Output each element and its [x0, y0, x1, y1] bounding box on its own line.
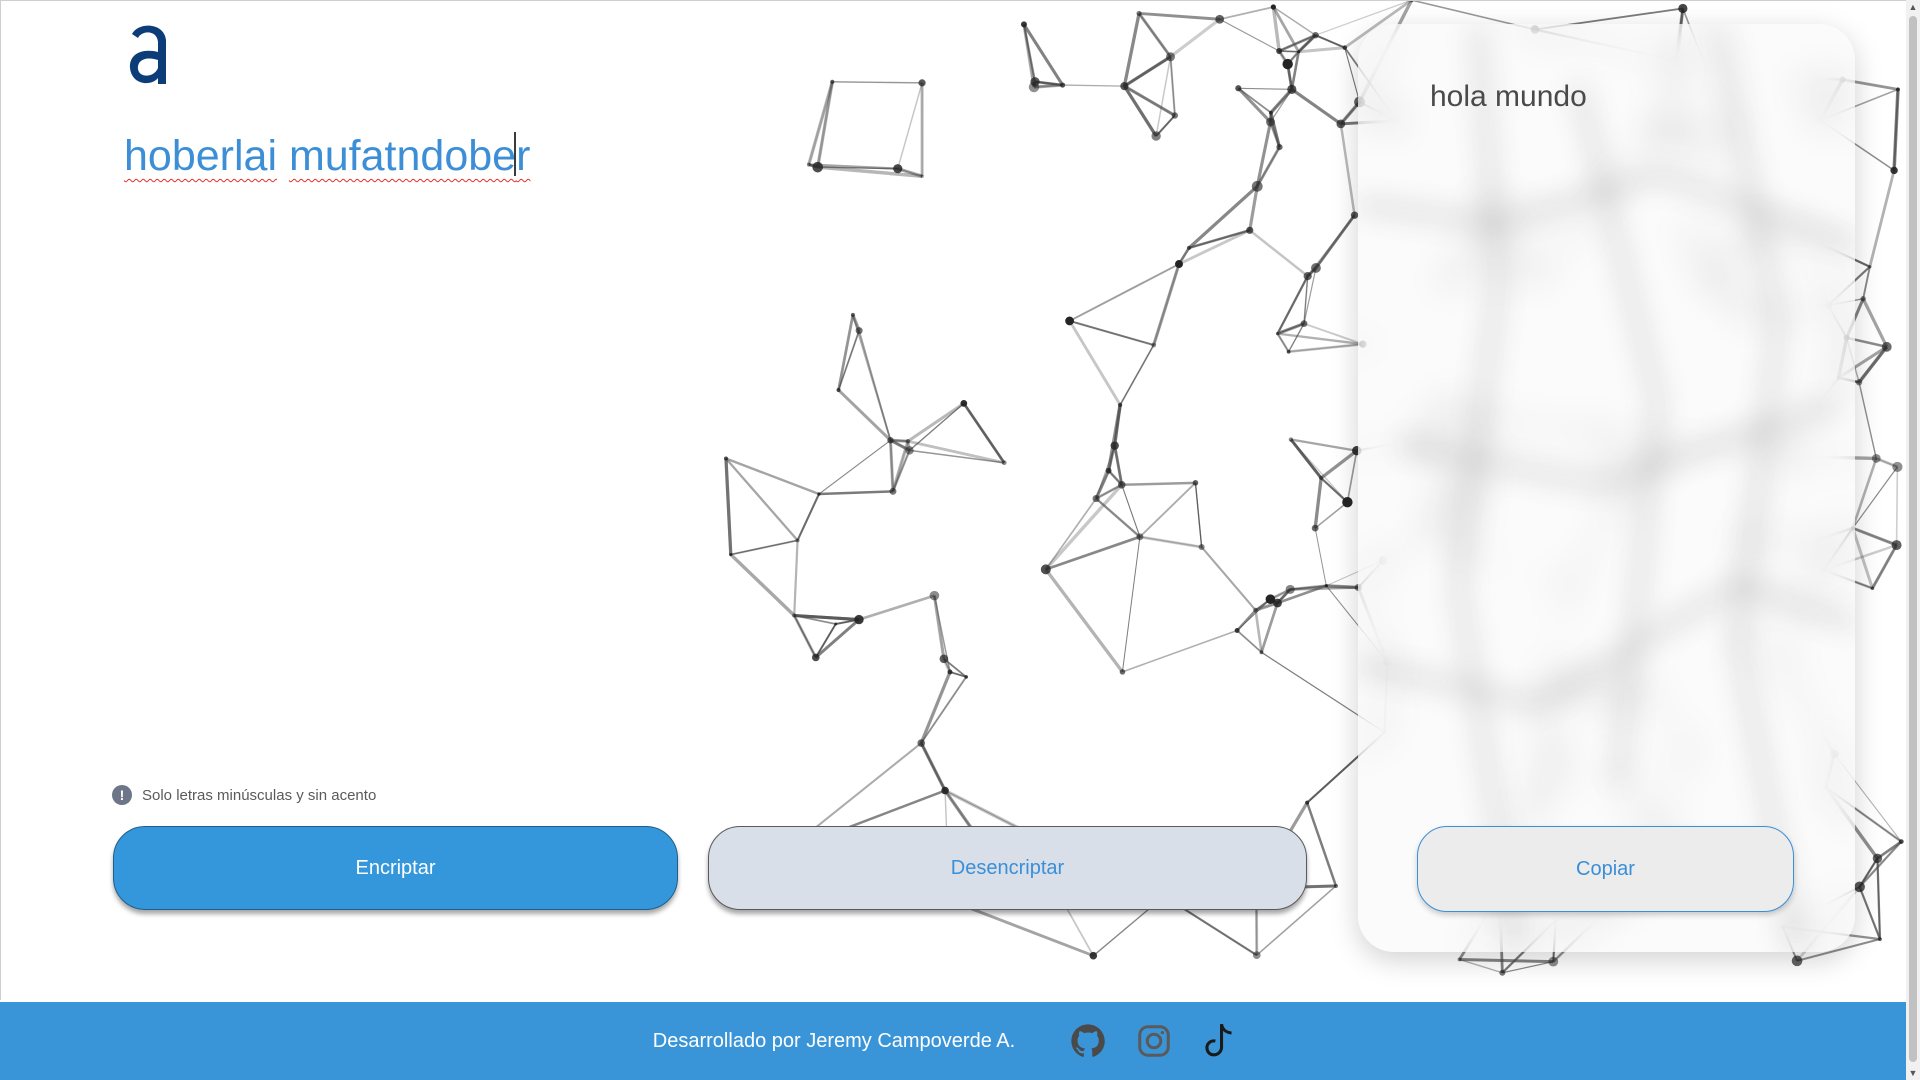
footer-credit: Desarrollado por Jeremy Campoverde A. [652, 1029, 1016, 1052]
github-icon[interactable] [1068, 1021, 1108, 1061]
instagram-icon[interactable] [1134, 1021, 1174, 1061]
scrollbar-thumb[interactable] [1909, 16, 1917, 1062]
input-word: mufatndobe [288, 132, 517, 180]
scroll-down-arrow-icon[interactable]: ▼ [1906, 1066, 1920, 1080]
result-panel: hola mundo [1358, 24, 1855, 952]
footer: Desarrollado por Jeremy Campoverde A. [0, 1002, 1906, 1080]
text-input-area[interactable]: hoberlai mufatndober [124, 126, 724, 186]
text-caret [514, 132, 517, 176]
logo-icon [129, 25, 166, 84]
tiktok-icon[interactable] [1200, 1021, 1240, 1061]
result-panel-blurred-background [1358, 24, 1855, 952]
scroll-up-arrow-icon[interactable]: ▲ [1906, 0, 1920, 14]
result-text: hola mundo [1430, 80, 1587, 113]
input-word-tail: r [516, 132, 531, 180]
hint-text: Solo letras minúsculas y sin acento [142, 786, 377, 804]
decrypt-button[interactable]: Desencriptar [708, 826, 1307, 910]
input-hint: ! Solo letras minúsculas y sin acento [112, 785, 376, 805]
copy-button[interactable]: Copiar [1417, 826, 1794, 912]
input-word: hoberlai [124, 132, 277, 180]
encrypt-button[interactable]: Encriptar [113, 826, 678, 910]
exclamation-icon: ! [112, 785, 132, 805]
